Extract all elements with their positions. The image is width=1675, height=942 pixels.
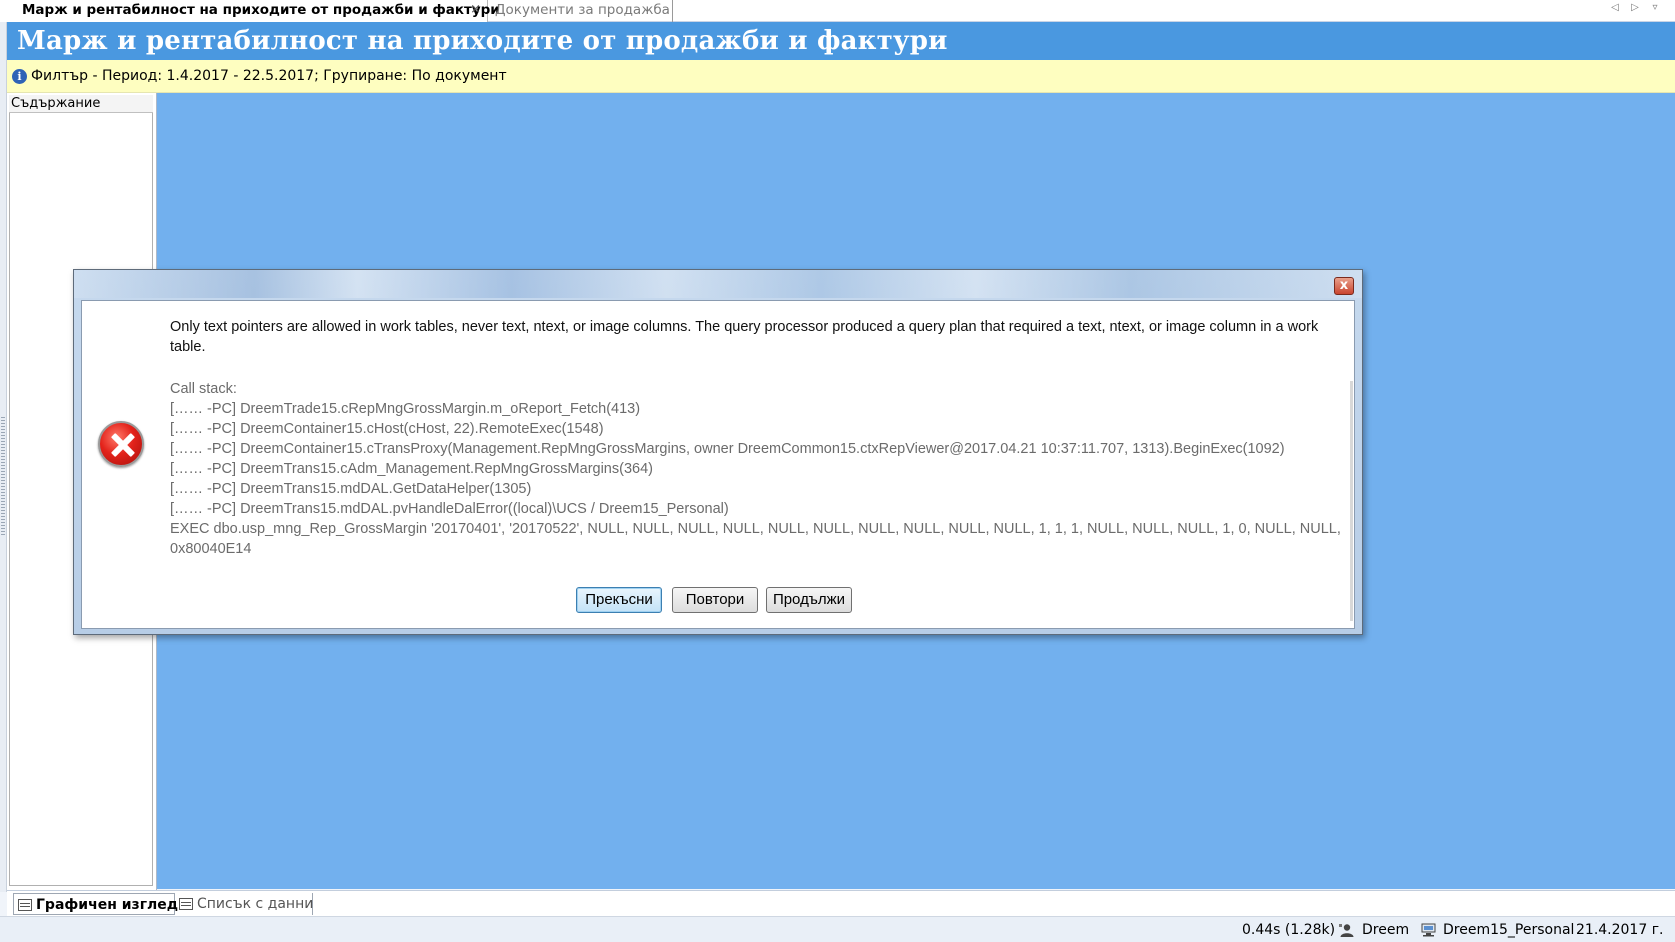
- tab-sales-documents[interactable]: Документи за продажба: [489, 0, 673, 22]
- error-icon: [98, 421, 144, 467]
- tab-gross-margin-report[interactable]: Марж и рентабилност на приходите от прод…: [0, 0, 500, 22]
- tab-label: Марж и рентабилност на приходите от прод…: [22, 2, 500, 18]
- dialog-close-icon[interactable]: x: [1334, 277, 1354, 295]
- stack-line: EXEC dbo.usp_mng_Rep_GrossMargin '201704…: [170, 521, 1340, 537]
- status-user: Dreem: [1362, 922, 1410, 938]
- graphic-view-icon: [18, 899, 32, 911]
- database-icon: [1421, 923, 1436, 937]
- status-database: Dreem15_Personal: [1443, 922, 1575, 938]
- tab-label: Графичен изглед: [36, 897, 179, 913]
- status-timing: 0.44s (1.28k): [1242, 922, 1336, 938]
- stack-line: […… -PC] DreemTrans15.cAdm_Management.Re…: [170, 461, 653, 477]
- tab-label: Документи за продажба: [495, 2, 670, 18]
- tab-close-icon[interactable]: ×: [470, 0, 481, 20]
- stack-line: […… -PC] DreemTrans15.mdDAL.pvHandleDalE…: [170, 501, 729, 517]
- tab-data-list[interactable]: Списък с данни: [175, 893, 313, 915]
- abort-button[interactable]: Прекъсни: [576, 587, 662, 613]
- tab-scroll-right-icon[interactable]: ▷: [1628, 2, 1642, 13]
- tab-scroll-left-icon[interactable]: ◁: [1608, 2, 1622, 13]
- contents-header: Съдържание: [9, 95, 153, 113]
- application-window: Марж и рентабилност на приходите от прод…: [0, 0, 1675, 942]
- filter-bar[interactable]: i Филтър - Период: 1.4.2017 - 22.5.2017;…: [7, 60, 1675, 93]
- tab-graphic-view[interactable]: Графичен изглед: [13, 893, 179, 915]
- report-title-bar: Марж и рентабилност на приходите от прод…: [7, 22, 1675, 60]
- call-stack: Call stack: […… -PC] DreemTrade15.cRepMn…: [170, 379, 1340, 559]
- user-icon: [1339, 924, 1354, 937]
- status-bar: 0.44s (1.28k) Dreem Dreem15_Personal 21.…: [0, 916, 1675, 942]
- dialog-scrollbar[interactable]: [1350, 381, 1353, 621]
- retry-button[interactable]: Повтори: [672, 587, 758, 613]
- filter-summary[interactable]: Филтър - Период: 1.4.2017 - 22.5.2017; Г…: [31, 60, 507, 93]
- stack-line: […… -PC] DreemTrans15.mdDAL.GetDataHelpe…: [170, 481, 532, 497]
- data-list-icon: [179, 898, 193, 910]
- stack-line: […… -PC] DreemContainer15.cHost(cHost, 2…: [170, 421, 604, 437]
- document-tab-strip: Марж и рентабилност на приходите от прод…: [0, 0, 1675, 22]
- page-title: Марж и рентабилност на приходите от прод…: [17, 26, 948, 56]
- tab-list-menu-icon[interactable]: ▿: [1648, 2, 1662, 13]
- splitter-grip[interactable]: [1, 417, 5, 537]
- stack-line: […… -PC] DreemTrade15.cRepMngGrossMargin…: [170, 401, 641, 417]
- dialog-body: Only text pointers are allowed in work t…: [81, 300, 1355, 629]
- dialog-title-bar[interactable]: [74, 270, 1362, 298]
- status-date: 21.4.2017 г.: [1576, 922, 1664, 938]
- stack-line: […… -PC] DreemContainer15.cTransProxy(Ma…: [170, 441, 1285, 457]
- continue-button[interactable]: Продължи: [766, 587, 852, 613]
- error-dialog: x Only text pointers are allowed in work…: [73, 269, 1363, 635]
- left-dock-edge: [0, 22, 7, 892]
- view-tab-strip: Графичен изглед Списък с данни: [7, 890, 1675, 916]
- tab-label: Списък с данни: [197, 896, 314, 912]
- info-icon: i: [12, 69, 27, 84]
- error-message: Only text pointers are allowed in work t…: [170, 319, 1319, 355]
- stack-line: Call stack:: [170, 381, 237, 397]
- stack-line: 0x80040E14: [170, 541, 252, 557]
